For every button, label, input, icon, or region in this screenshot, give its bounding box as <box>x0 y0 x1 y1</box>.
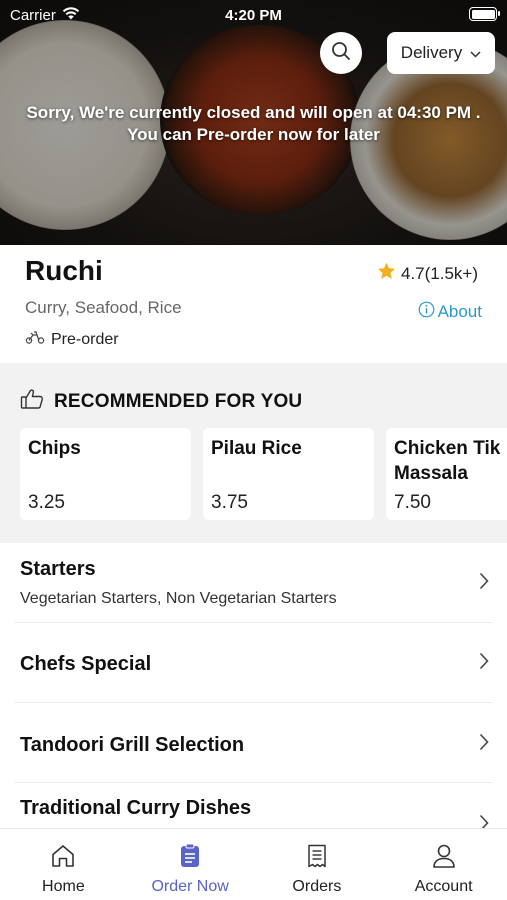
about-label: About <box>437 302 482 321</box>
receipt-icon <box>304 843 330 874</box>
recommended-item-price: 7.50 <box>394 492 431 513</box>
menu-category-traditional-curry[interactable]: Traditional Curry Dishes <box>0 783 507 828</box>
chevron-right-icon <box>479 652 489 675</box>
status-time: 4:20 PM <box>225 6 282 24</box>
star-icon <box>377 262 396 285</box>
tab-home[interactable]: Home <box>0 829 127 900</box>
account-icon <box>431 843 457 874</box>
recommended-item-card[interactable]: Chips 3.25 <box>20 428 191 520</box>
recommended-item-name: Pilau Rice <box>211 438 302 459</box>
menu-category-title: Chefs Special <box>20 653 152 675</box>
chevron-right-icon <box>479 814 489 828</box>
recommended-item-card[interactable]: Pilau Rice 3.75 <box>203 428 374 520</box>
tab-account[interactable]: Account <box>380 829 507 900</box>
closed-message-line2: You can Pre-order now for later <box>127 125 380 144</box>
menu-category-starters[interactable]: Starters Vegetarian Starters, Non Vegeta… <box>0 543 507 623</box>
search-icon <box>331 41 351 66</box>
recommended-item-name: Chips <box>28 438 81 459</box>
menu-category-title: Traditional Curry Dishes <box>20 797 252 819</box>
tab-home-label: Home <box>42 878 85 895</box>
recommended-header: RECOMMENDED FOR YOU <box>20 388 302 416</box>
chevron-right-icon <box>479 572 489 595</box>
recommended-title: RECOMMENDED FOR YOU <box>54 391 303 412</box>
menu-category-chefs-special[interactable]: Chefs Special <box>0 623 507 703</box>
restaurant-info: Ruchi Curry, Seafood, Rice Pre-order 4.7… <box>0 245 507 363</box>
restaurant-rating: 4.7(1.5k+) <box>377 262 478 285</box>
chevron-down-icon <box>470 43 481 63</box>
delivery-mode-label: Delivery <box>400 43 463 62</box>
battery-icon <box>469 7 500 21</box>
closed-message: Sorry, We're currently closed and will o… <box>0 102 507 146</box>
preorder-label: Pre-order <box>51 330 119 348</box>
recommended-item-name-line2: Massala <box>394 463 468 484</box>
thumbs-up-icon <box>20 388 44 416</box>
recommended-item-price: 3.25 <box>28 492 65 513</box>
preorder-badge: Pre-order <box>25 330 119 349</box>
menu-category-subtitle: Vegetarian Starters, Non Vegetarian Star… <box>20 590 337 607</box>
tab-orders[interactable]: Orders <box>254 829 381 900</box>
menu-category-title: Tandoori Grill Selection <box>20 734 245 756</box>
recommended-item-price: 3.75 <box>211 492 248 513</box>
rating-value: 4.7(1.5k+) <box>400 263 478 283</box>
recommended-item-card[interactable]: Chicken Tik Massala 7.50 <box>386 428 507 520</box>
closed-message-line1: Sorry, We're currently closed and will o… <box>26 103 481 122</box>
recommended-section: RECOMMENDED FOR YOU Chips 3.25 Pilau Ric… <box>0 363 507 543</box>
restaurant-name: Ruchi <box>25 255 103 286</box>
scooter-icon <box>25 330 45 349</box>
search-button[interactable] <box>320 32 362 74</box>
chevron-right-icon <box>479 733 489 756</box>
order-icon <box>177 843 203 874</box>
recommended-item-name-line1: Chicken Tik <box>394 438 501 459</box>
tab-account-label: Account <box>414 878 473 895</box>
delivery-mode-select[interactable]: Delivery <box>387 32 495 74</box>
menu-category-tandoori-grill[interactable]: Tandoori Grill Selection <box>0 703 507 783</box>
info-icon <box>418 301 435 323</box>
hero-banner: Carrier 4:20 PM Delivery Sorry, We're cu… <box>0 0 507 245</box>
tab-order-now-label: Order Now <box>151 878 229 895</box>
menu-category-title: Starters <box>20 558 96 580</box>
tab-orders-label: Orders <box>292 878 342 895</box>
home-icon <box>50 843 76 874</box>
tab-order-now[interactable]: Order Now <box>127 829 254 900</box>
restaurant-cuisines: Curry, Seafood, Rice <box>25 298 182 317</box>
about-link[interactable]: About <box>418 301 482 323</box>
status-bar: Carrier 4:20 PM <box>0 0 507 30</box>
bottom-tab-bar: Home Order Now Orders Account <box>0 828 507 900</box>
